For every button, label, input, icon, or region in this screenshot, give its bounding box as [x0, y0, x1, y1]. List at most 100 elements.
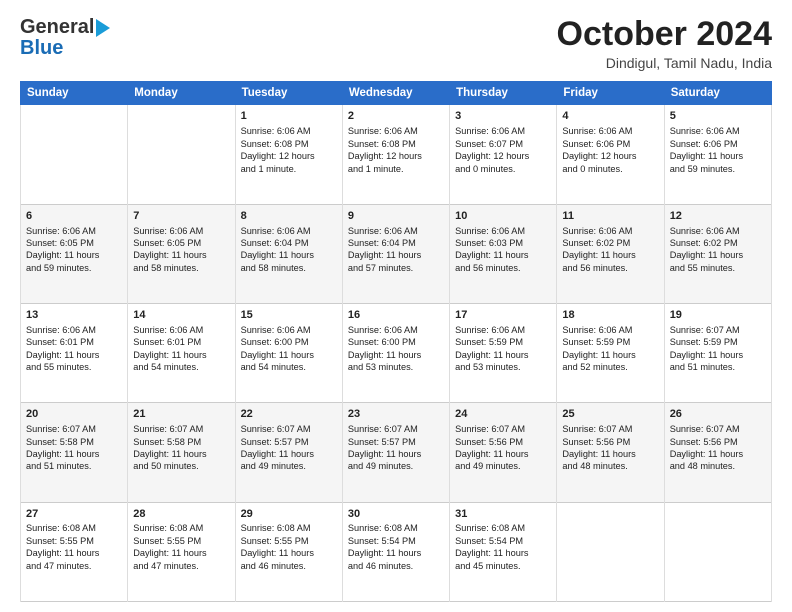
calendar-cell: 25Sunrise: 6:07 AMSunset: 5:56 PMDayligh… — [557, 403, 664, 502]
day-number: 7 — [133, 209, 229, 224]
day-info: Sunset: 6:02 PM — [670, 237, 766, 249]
day-info: Daylight: 11 hours — [670, 349, 766, 361]
day-info: and 50 minutes. — [133, 460, 229, 472]
day-number: 2 — [348, 109, 444, 124]
calendar-cell: 3Sunrise: 6:06 AMSunset: 6:07 PMDaylight… — [450, 105, 557, 204]
calendar-cell — [664, 502, 771, 601]
day-info: Sunset: 6:07 PM — [455, 138, 551, 150]
day-info: and 47 minutes. — [26, 560, 122, 572]
day-info: Sunrise: 6:08 AM — [133, 522, 229, 534]
day-info: Daylight: 11 hours — [348, 249, 444, 261]
day-info: Sunset: 6:04 PM — [241, 237, 337, 249]
day-info: Daylight: 11 hours — [241, 547, 337, 559]
day-number: 5 — [670, 109, 766, 124]
day-info: and 54 minutes. — [133, 361, 229, 373]
calendar-cell — [21, 105, 128, 204]
day-header-monday: Monday — [128, 82, 235, 105]
day-info: Daylight: 11 hours — [562, 249, 658, 261]
day-info: Sunset: 6:03 PM — [455, 237, 551, 249]
day-header-saturday: Saturday — [664, 82, 771, 105]
day-info: and 46 minutes. — [241, 560, 337, 572]
day-info: Daylight: 12 hours — [241, 150, 337, 162]
calendar-header-row: SundayMondayTuesdayWednesdayThursdayFrid… — [21, 82, 772, 105]
day-info: Sunrise: 6:06 AM — [241, 324, 337, 336]
calendar-cell: 5Sunrise: 6:06 AMSunset: 6:06 PMDaylight… — [664, 105, 771, 204]
day-info: Sunset: 5:57 PM — [348, 436, 444, 448]
day-info: Sunset: 5:59 PM — [670, 336, 766, 348]
day-info: Daylight: 11 hours — [455, 547, 551, 559]
calendar-table: SundayMondayTuesdayWednesdayThursdayFrid… — [20, 81, 772, 602]
calendar-cell: 2Sunrise: 6:06 AMSunset: 6:08 PMDaylight… — [342, 105, 449, 204]
day-number: 25 — [562, 407, 658, 422]
location: Dindigul, Tamil Nadu, India — [557, 55, 772, 71]
calendar-cell: 29Sunrise: 6:08 AMSunset: 5:55 PMDayligh… — [235, 502, 342, 601]
calendar-week-5: 27 Sunrise: 6:08 AM Sunset: 5:55 PM Dayligh… — [21, 502, 772, 601]
day-info: Sunset: 5:58 PM — [26, 436, 122, 448]
day-info: Daylight: 11 hours — [348, 349, 444, 361]
day-info: Daylight: 11 hours — [348, 448, 444, 460]
day-info: Sunrise: 6:06 AM — [241, 125, 337, 137]
calendar-cell: 8Sunrise: 6:06 AMSunset: 6:04 PMDaylight… — [235, 204, 342, 303]
calendar-cell: 10Sunrise: 6:06 AMSunset: 6:03 PMDayligh… — [450, 204, 557, 303]
day-info: Daylight: 11 hours — [455, 349, 551, 361]
day-info: Sunrise: 6:07 AM — [670, 324, 766, 336]
day-info: and 48 minutes. — [670, 460, 766, 472]
calendar-cell: 12Sunrise: 6:06 AMSunset: 6:02 PMDayligh… — [664, 204, 771, 303]
day-info: Daylight: 11 hours — [348, 547, 444, 559]
day-info: Sunrise: 6:06 AM — [26, 324, 122, 336]
day-info: Daylight: 11 hours — [133, 547, 229, 559]
day-info: and 0 minutes. — [562, 163, 658, 175]
calendar-week-1: 1Sunrise: 6:06 AMSunset: 6:08 PMDaylight… — [21, 105, 772, 204]
month-title: October 2024 — [557, 16, 772, 53]
calendar-week-3: 13Sunrise: 6:06 AMSunset: 6:01 PMDayligh… — [21, 304, 772, 403]
day-info: Sunrise: 6:06 AM — [562, 324, 658, 336]
logo: General Blue — [20, 16, 110, 60]
calendar-cell: 1Sunrise: 6:06 AMSunset: 6:08 PMDaylight… — [235, 105, 342, 204]
day-info: Daylight: 11 hours — [133, 349, 229, 361]
day-info: Sunset: 5:54 PM — [348, 535, 444, 547]
day-number: 8 — [241, 209, 337, 224]
day-info: Sunset: 6:05 PM — [26, 237, 122, 249]
calendar-cell: 31Sunrise: 6:08 AMSunset: 5:54 PMDayligh… — [450, 502, 557, 601]
day-info: Sunrise: 6:07 AM — [241, 423, 337, 435]
day-number: 23 — [348, 407, 444, 422]
day-info: Sunset: 5:55 PM — [26, 535, 122, 547]
day-number: 13 — [26, 308, 122, 323]
day-info: Sunrise: 6:07 AM — [348, 423, 444, 435]
day-info: Sunset: 5:56 PM — [562, 436, 658, 448]
day-number: 26 — [670, 407, 766, 422]
day-info: Sunrise: 6:06 AM — [348, 324, 444, 336]
day-number: 28 — [133, 507, 229, 522]
day-number: 27 — [26, 507, 122, 522]
day-info: Daylight: 11 hours — [562, 448, 658, 460]
day-info: Daylight: 12 hours — [348, 150, 444, 162]
calendar-body: 1Sunrise: 6:06 AMSunset: 6:08 PMDaylight… — [21, 105, 772, 602]
calendar-cell: 28Sunrise: 6:08 AMSunset: 5:55 PMDayligh… — [128, 502, 235, 601]
day-info: and 52 minutes. — [562, 361, 658, 373]
day-info: and 56 minutes. — [562, 262, 658, 274]
day-info: and 1 minute. — [348, 163, 444, 175]
day-info: Sunset: 6:01 PM — [26, 336, 122, 348]
day-info: Sunset: 6:08 PM — [241, 138, 337, 150]
day-header-wednesday: Wednesday — [342, 82, 449, 105]
day-info: Daylight: 11 hours — [133, 448, 229, 460]
calendar-cell: 18Sunrise: 6:06 AMSunset: 5:59 PMDayligh… — [557, 304, 664, 403]
calendar-cell: 23Sunrise: 6:07 AMSunset: 5:57 PMDayligh… — [342, 403, 449, 502]
calendar-cell: 14Sunrise: 6:06 AMSunset: 6:01 PMDayligh… — [128, 304, 235, 403]
day-number: 17 — [455, 308, 551, 323]
logo-general: General — [20, 16, 94, 39]
calendar-cell: 6Sunrise: 6:06 AMSunset: 6:05 PMDaylight… — [21, 204, 128, 303]
day-info: Daylight: 11 hours — [241, 349, 337, 361]
day-info: Sunrise: 6:06 AM — [455, 125, 551, 137]
day-info: Sunset: 6:01 PM — [133, 336, 229, 348]
calendar-cell: 27Sunrise: 6:08 AMSunset: 5:55 PMDayligh… — [21, 502, 128, 601]
calendar-cell: 4Sunrise: 6:06 AMSunset: 6:06 PMDaylight… — [557, 105, 664, 204]
page: General Blue October 2024 Dindigul, Tami… — [0, 0, 792, 612]
day-info: Daylight: 11 hours — [26, 249, 122, 261]
day-info: Sunset: 5:57 PM — [241, 436, 337, 448]
logo-blue: Blue — [20, 37, 63, 60]
day-info: Sunset: 6:05 PM — [133, 237, 229, 249]
day-info: and 51 minutes. — [670, 361, 766, 373]
day-number: 6 — [26, 209, 122, 224]
day-number: 29 — [241, 507, 337, 522]
